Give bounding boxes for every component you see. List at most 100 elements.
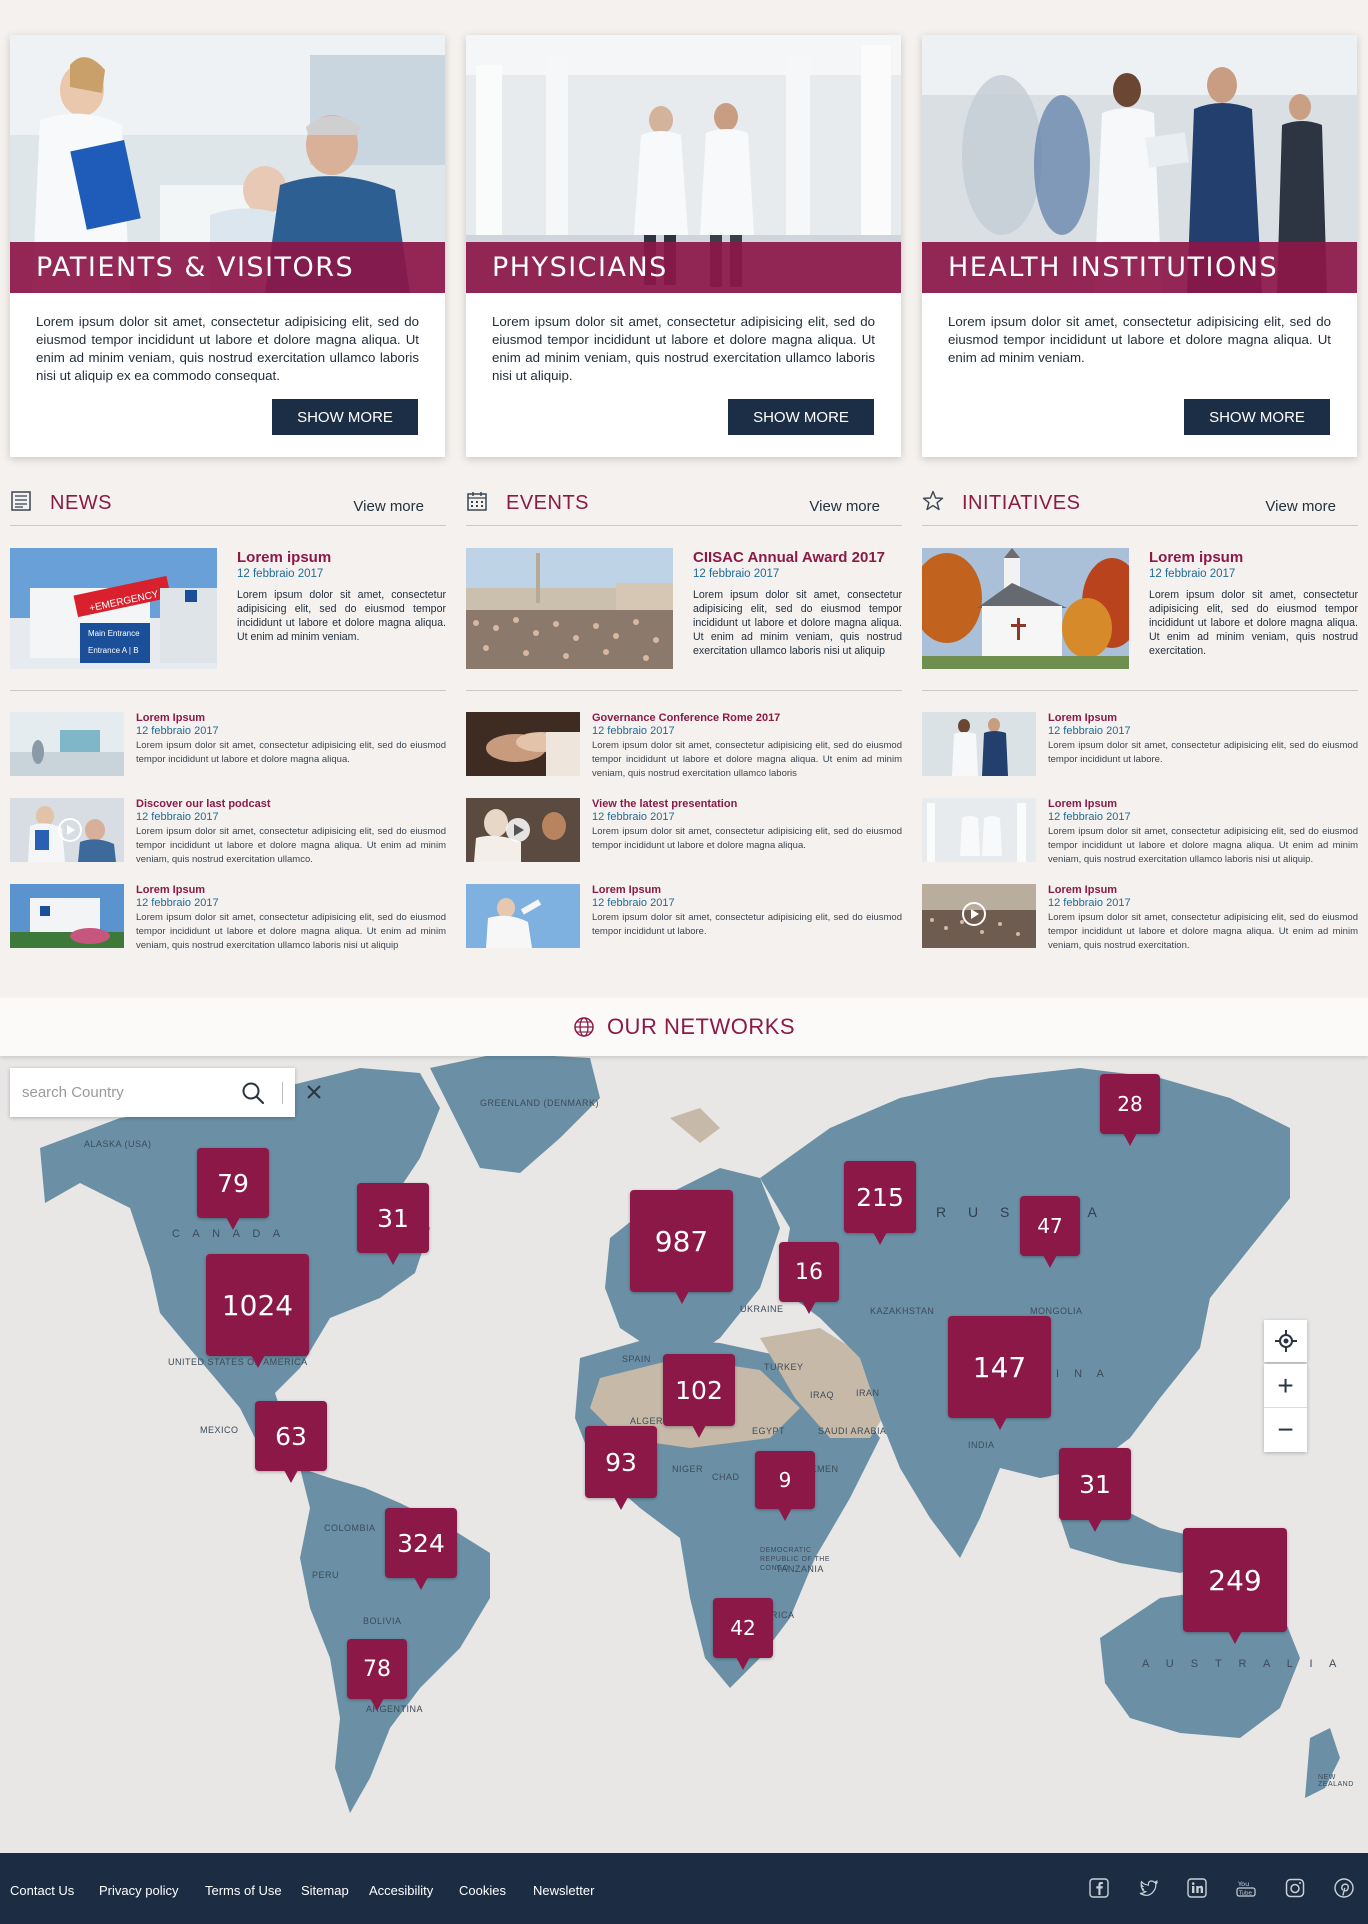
youtube-icon[interactable]: You Tube [1235,1877,1257,1899]
map-pin[interactable]: 78 [347,1639,407,1711]
map-label-usa: UNITED STATES OF AMERICA [168,1357,308,1367]
map-label-niger: NIGER [672,1464,704,1474]
featured-event[interactable]: CIISAC Annual Award 2017 12 febbraio 201… [466,548,902,672]
map-label-turkey: TURKEY [764,1362,804,1372]
instagram-icon[interactable] [1284,1877,1306,1899]
footer-link-contact[interactable]: Contact Us [10,1883,74,1898]
list-item[interactable]: Lorem Ipsum 12 febbraio 2017 Lorem ipsum… [10,884,446,954]
map-pin[interactable]: 215 [844,1161,916,1245]
map-label-bolivia: BOLIVIA [363,1616,402,1626]
divider [466,690,902,691]
featured-title[interactable]: Lorem ipsum [1149,549,1243,566]
map-pin[interactable]: 79 [197,1148,269,1230]
newspaper-icon [11,491,31,511]
view-more-link[interactable]: View more [809,498,880,515]
map-pin[interactable]: 147 [948,1316,1051,1430]
zoom-control: + − [1264,1364,1307,1452]
map-pin[interactable]: 93 [585,1426,657,1510]
item-date: 12 febbraio 2017 [592,811,675,823]
footer-link-sitemap[interactable]: Sitemap [301,1883,349,1898]
map-pin[interactable]: 324 [385,1508,457,1590]
footer-link-accessibility[interactable]: Accesibility [369,1883,433,1898]
card-patients-visitors[interactable]: PATIENTS & VISITORS Lorem ipsum dolor si… [10,35,445,457]
featured-image: +EMERGENCY Main Entrance Entrance A | B [10,548,217,669]
footer-link-cookies[interactable]: Cookies [459,1883,506,1898]
linkedin-icon[interactable] [1186,1877,1208,1899]
close-icon[interactable] [304,1082,324,1102]
item-title[interactable]: Lorem Ipsum [136,884,205,896]
list-item[interactable]: Governance Conference Rome 2017 12 febbr… [466,712,902,782]
card-title: HEALTH INSTITUTIONS [922,242,1357,293]
pinterest-icon[interactable] [1333,1877,1355,1899]
map-pin[interactable]: 28 [1100,1074,1160,1146]
card-physicians[interactable]: PHYSICIANS Lorem ipsum dolor sit amet, c… [466,35,901,457]
map-pin[interactable]: 31 [1059,1448,1131,1532]
item-title[interactable]: View the latest presentation [592,798,737,810]
card-description: Lorem ipsum dolor sit amet, consectetur … [492,314,875,383]
item-date: 12 febbraio 2017 [1048,897,1131,909]
map-pin[interactable]: 42 [713,1598,773,1670]
show-more-button[interactable]: SHOW MORE [272,399,418,435]
zoom-in-button[interactable]: + [1264,1364,1307,1408]
events-section: EVENTS View more CIISAC Annual Award 201… [466,486,902,956]
svg-text:Entrance A | B: Entrance A | B [88,646,139,655]
list-item[interactable]: Lorem Ipsum 12 febbraio 2017 Lorem ipsum… [922,884,1358,954]
featured-image [922,548,1129,669]
item-title[interactable]: Lorem Ipsum [136,712,205,724]
map-pin[interactable]: 1024 [206,1254,309,1368]
map-label-iraq: IRAQ [810,1390,835,1400]
list-item[interactable]: Lorem Ipsum 12 febbraio 2017 Lorem ipsum… [10,712,446,782]
map-label-colombia: COLOMBIA [324,1523,376,1533]
list-item[interactable]: Discover our last podcast 12 febbraio 20… [10,798,446,868]
list-item[interactable]: Lorem Ipsum 12 febbraio 2017 Lorem ipsum… [466,884,902,954]
view-more-link[interactable]: View more [353,498,424,515]
item-title[interactable]: Lorem Ipsum [1048,712,1117,724]
item-date: 12 febbraio 2017 [1048,725,1131,737]
networks-title: OUR NETWORKS [606,1014,796,1039]
item-thumbnail [10,712,124,776]
map-pin[interactable]: 249 [1183,1528,1287,1644]
svg-text:Tube: Tube [1238,1891,1253,1897]
footer-link-terms[interactable]: Terms of Use [205,1883,282,1898]
item-text: Lorem ipsum dolor sit amet, consectetur … [136,826,446,865]
facebook-icon[interactable] [1088,1877,1110,1899]
map-pin[interactable]: 987 [630,1190,733,1304]
item-title[interactable]: Discover our last podcast [136,798,271,810]
star-icon [922,490,944,511]
map-label-iran: IRAN [856,1388,880,1398]
item-title[interactable]: Governance Conference Rome 2017 [592,712,780,724]
featured-title[interactable]: CIISAC Annual Award 2017 [693,549,885,566]
show-more-button[interactable]: SHOW MORE [1184,399,1330,435]
footer-link-newsletter[interactable]: Newsletter [533,1883,594,1898]
map-pin[interactable]: 16 [779,1242,839,1314]
list-item[interactable]: View the latest presentation 12 febbraio… [466,798,902,868]
zoom-out-button[interactable]: − [1264,1408,1307,1452]
item-text: Lorem ipsum dolor sit amet, consectetur … [1048,740,1358,765]
item-text: Lorem ipsum dolor sit amet, consectetur … [136,912,446,951]
featured-initiative[interactable]: Lorem ipsum 12 febbraio 2017 Lorem ipsum… [922,548,1358,672]
map-pin[interactable]: 102 [663,1354,735,1438]
footer-link-privacy[interactable]: Privacy policy [99,1883,178,1898]
show-more-button[interactable]: SHOW MORE [728,399,874,435]
map-label-alaska: ALASKA (USA) [84,1139,152,1149]
twitter-icon[interactable] [1137,1877,1159,1899]
list-item[interactable]: Lorem Ipsum 12 febbraio 2017 Lorem ipsum… [922,798,1358,868]
item-title[interactable]: Lorem Ipsum [592,884,661,896]
list-item[interactable]: Lorem Ipsum 12 febbraio 2017 Lorem ipsum… [922,712,1358,782]
item-title[interactable]: Lorem Ipsum [1048,798,1117,810]
map-pin[interactable]: 47 [1020,1196,1080,1268]
search-icon[interactable] [240,1080,266,1106]
featured-title[interactable]: Lorem ipsum [237,549,331,566]
featured-news[interactable]: +EMERGENCY Main Entrance Entrance A | B … [10,548,446,672]
events-header: EVENTS View more [466,486,902,526]
map-pin[interactable]: 63 [255,1401,327,1483]
map-pin[interactable]: 9 [755,1451,815,1521]
search-country-input[interactable] [22,1078,232,1106]
networks-map[interactable]: GREENLAND (DENMARK) ALASKA (USA) C A N A… [0,998,1368,1853]
card-health-institutions[interactable]: HEALTH INSTITUTIONS Lorem ipsum dolor si… [922,35,1357,457]
view-more-link[interactable]: View more [1265,498,1336,515]
locate-button[interactable] [1264,1320,1307,1362]
item-text: Lorem ipsum dolor sit amet, consectetur … [1048,826,1358,865]
item-title[interactable]: Lorem Ipsum [1048,884,1117,896]
map-pin[interactable]: 31 [357,1183,429,1265]
